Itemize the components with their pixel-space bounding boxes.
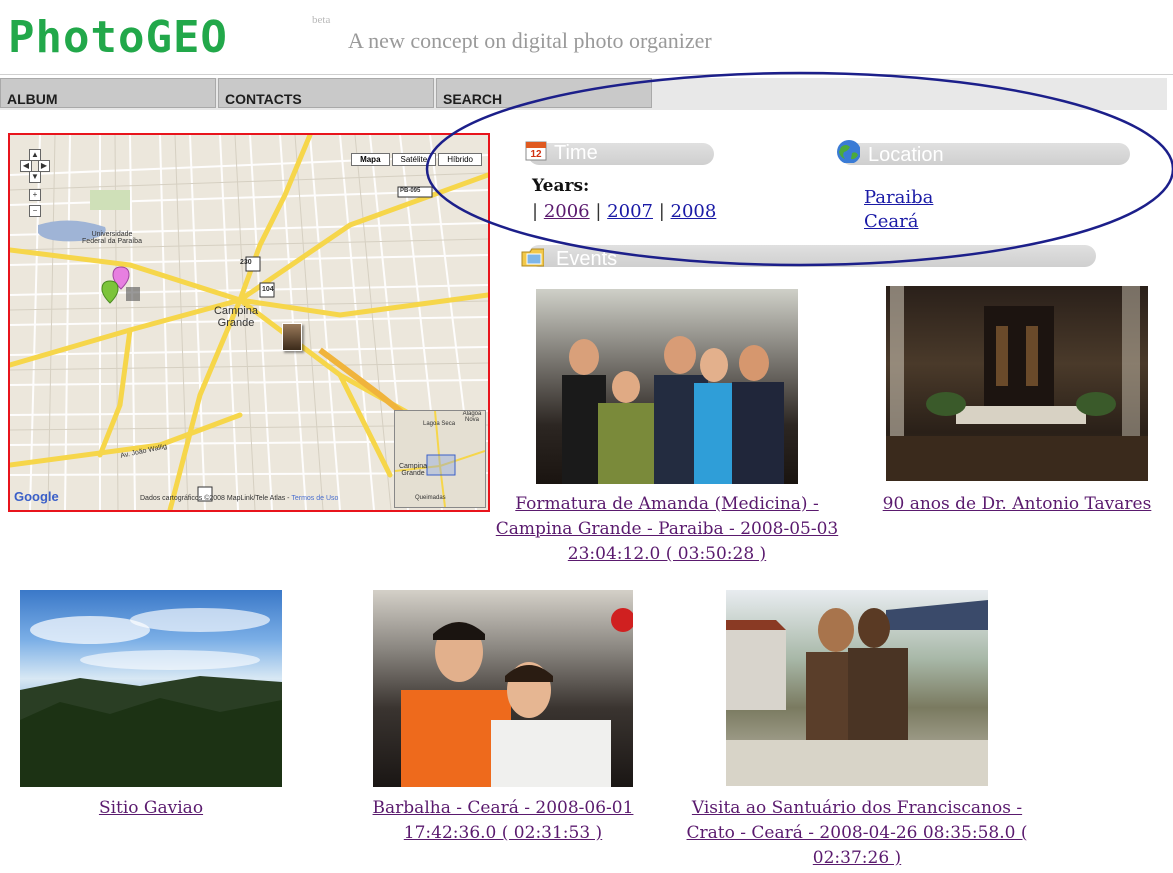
photo-santuario-image [726,600,988,786]
photo-barbalha[interactable] [373,590,633,787]
university-label: Universidade Federal da Paraíba [82,231,142,245]
photo-caption: Sitio Gaviao [20,796,282,821]
photo-map[interactable]: ▲ ◀ ▶ ▼ + − Mapa Satélite Híbrido Univer… [8,133,490,512]
photo-barbalha-image [401,608,633,787]
tab-album[interactable]: ALBUM [0,78,216,108]
photo-formatura[interactable] [536,289,798,484]
photogeo-logo: PhotoGEO [8,10,228,66]
overview-minimap[interactable]: Lagoa Seca Alagoa Nova Campina Grande Qu… [394,410,486,508]
photo-90-anos[interactable] [886,286,1148,481]
photo-caption: Barbalha - Ceará - 2008-06-01 17:42:36.0… [348,796,658,846]
photo-link-barbalha[interactable]: Barbalha - Ceará - 2008-06-01 17:42:36.0… [373,798,634,843]
tagline: A new concept on digital photo organizer [348,28,712,53]
highlight-ellipse [425,71,1173,267]
photo-link-formatura[interactable]: Formatura de Amanda (Medicina) - Campina… [496,494,838,564]
photo-90-anos-image [886,286,1148,481]
google-logo: Google [14,489,59,504]
photo-link-90-anos[interactable]: 90 anos de Dr. Antonio Tavares [883,494,1152,514]
road-shield-230: 230 [240,259,252,266]
logo-geo-text: GEO [145,12,228,63]
photo-sitio-gaviao[interactable] [20,590,282,787]
photo-link-santuario[interactable]: Visita ao Santuário dos Franciscanos - C… [687,798,1028,868]
minimap-label: Lagoa Seca [423,421,456,427]
beta-label: beta [312,14,331,26]
photo-link-sitio-gaviao[interactable]: Sitio Gaviao [99,798,203,818]
zoom-in-button[interactable]: + [29,189,41,201]
photo-caption: Visita ao Santuário dos Franciscanos - C… [684,796,1030,871]
map-credit-text: Dados cartográficos ©2008 MapLink/Tele A… [140,495,290,502]
city-label: Campina Grande [213,305,259,329]
minimap-label: Campina Grande [398,463,427,477]
road-shield-pb095: PB-095 [400,188,421,194]
minimap-label: Alagoa Nova [462,411,482,423]
photo-caption: Formatura de Amanda (Medicina) - Campina… [486,492,848,567]
zoom-out-button[interactable]: − [29,205,41,217]
photo-sitio-gaviao-image [20,608,282,787]
minimap-label: Queimadas [415,495,446,501]
map-type-mapa-button[interactable]: Mapa [351,153,390,166]
photo-caption: 90 anos de Dr. Antonio Tavares [866,492,1168,517]
photo-formatura-image [562,336,784,484]
road-shield-104: 104 [262,286,274,293]
pan-down-button[interactable]: ▼ [29,171,41,183]
logo-photo-text: Photo [8,12,146,63]
tab-contacts[interactable]: CONTACTS [218,78,434,108]
terms-link[interactable]: Termos de Uso [291,495,338,502]
photo-santuario[interactable] [726,590,988,786]
photo-thumbnail-marker[interactable] [282,323,302,351]
map-credit: Dados cartográficos ©2008 MapLink/Tele A… [140,495,338,502]
